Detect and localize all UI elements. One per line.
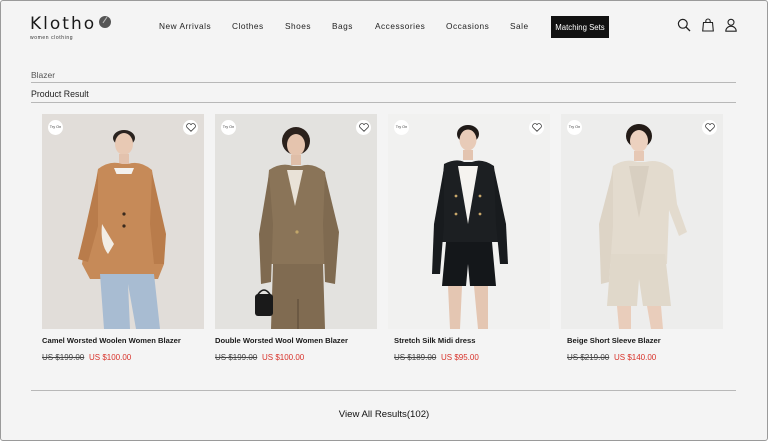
nav-item-sale[interactable]: Sale: [510, 21, 529, 31]
try-on-badge[interactable]: Try On: [48, 120, 63, 135]
try-on-badge[interactable]: Try On: [567, 120, 582, 135]
divider: [31, 390, 736, 391]
nav-item-new-arrivals[interactable]: New Arrivals: [159, 21, 211, 31]
search-icon[interactable]: [677, 18, 691, 32]
product-name[interactable]: Camel Worsted Woolen Women Blazer: [42, 336, 181, 345]
brand-logo[interactable]: Klotho women clothing: [30, 14, 112, 41]
results-title: Product Result: [31, 89, 89, 99]
user-icon[interactable]: [724, 18, 738, 32]
brand-tagline: women clothing: [30, 35, 74, 41]
sale-price: US $100.00: [262, 353, 305, 362]
nav-item-matching-sets[interactable]: Matching Sets: [551, 16, 609, 38]
product-card[interactable]: Try On Stretch Silk Midi dress US $189.0…: [388, 114, 550, 362]
brand-name: Klotho: [30, 14, 97, 34]
leaf-icon: [99, 16, 112, 28]
product-image[interactable]: Try On: [215, 114, 377, 329]
nav-item-shoes[interactable]: Shoes: [285, 21, 311, 31]
nav-item-bags[interactable]: Bags: [332, 21, 353, 31]
nav-item-occasions[interactable]: Occasions: [446, 21, 489, 31]
sale-price: US $140.00: [614, 353, 657, 362]
page-frame: Klotho women clothing New Arrivals Cloth…: [0, 0, 768, 441]
shopping-bag-icon[interactable]: [701, 18, 715, 32]
try-on-badge[interactable]: Try On: [394, 120, 409, 135]
original-price: US $199.00: [42, 353, 85, 362]
product-image[interactable]: Try On: [42, 114, 204, 329]
heart-icon[interactable]: [356, 120, 371, 135]
site-header: Klotho women clothing New Arrivals Cloth…: [1, 1, 767, 55]
divider: [31, 82, 736, 83]
heart-icon[interactable]: [529, 120, 544, 135]
product-name[interactable]: Stretch Silk Midi dress: [394, 336, 475, 345]
search-query[interactable]: Blazer: [31, 70, 55, 80]
original-price: US $199.00: [215, 353, 258, 362]
original-price: US $219.00: [567, 353, 610, 362]
view-all-results-button[interactable]: View All Results(102): [1, 409, 767, 420]
divider: [31, 102, 736, 103]
original-price: US $189.00: [394, 353, 437, 362]
product-card[interactable]: Try On Beige Short Sleeve Blazer US $219…: [561, 114, 723, 362]
nav-item-clothes[interactable]: Clothes: [232, 21, 264, 31]
product-name[interactable]: Beige Short Sleeve Blazer: [567, 336, 661, 345]
heart-icon[interactable]: [702, 120, 717, 135]
product-card[interactable]: Try On Camel Worsted Woolen Women Blazer…: [42, 114, 204, 362]
product-image[interactable]: Try On: [388, 114, 550, 329]
product-name[interactable]: Double Worsted Wool Women Blazer: [215, 336, 348, 345]
nav-item-accessories[interactable]: Accessories: [375, 21, 425, 31]
sale-price: US $100.00: [89, 353, 132, 362]
product-image[interactable]: Try On: [561, 114, 723, 329]
product-card[interactable]: Try On Double Worsted Wool Women Blazer …: [215, 114, 377, 362]
sale-price: US $95.00: [441, 353, 479, 362]
heart-icon[interactable]: [183, 120, 198, 135]
try-on-badge[interactable]: Try On: [221, 120, 236, 135]
